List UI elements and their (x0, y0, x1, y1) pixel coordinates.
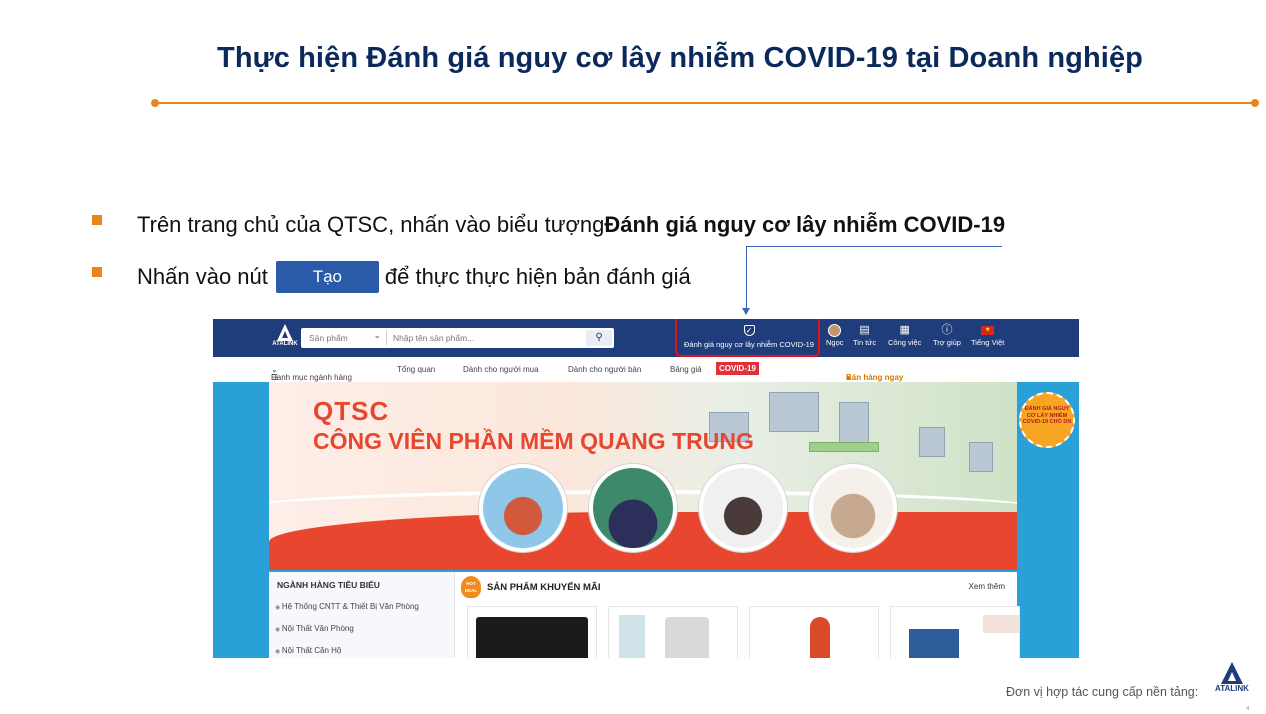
search-input[interactable]: Nhập tên sản phẩm... (387, 333, 586, 343)
search-category-select[interactable]: Sản phẩm (301, 328, 387, 345)
qtsc-logo: QTSC (313, 396, 390, 426)
divider-dot-left (151, 99, 159, 107)
news-label: Tin tức (853, 338, 877, 347)
site-search: Sản phẩm Nhập tên sản phẩm... ⚲ (301, 328, 614, 348)
language-select[interactable]: ★ Tiếng Việt (971, 323, 1004, 347)
site-logo[interactable]: ATALINK (268, 324, 302, 354)
promo-title: SẢN PHẨM KHUYẾN MÃI (487, 582, 601, 593)
nav-pricing[interactable]: Bảng giá (670, 365, 702, 374)
product-card[interactable] (467, 606, 597, 658)
bullet-1-bold: Đánh giá nguy cơ lây nhiễm COVID-19 (604, 212, 1006, 237)
highlight-box (675, 319, 820, 357)
site-navbar: ☰ Danh mục ngành hàng ⌄ Tổng quan Dành c… (213, 357, 1079, 382)
calendar-icon: ▦ (899, 324, 910, 336)
see-more-link[interactable]: Xem thêm (969, 582, 1005, 591)
atalink-logo-icon (277, 324, 293, 341)
bullet-1-text: Trên trang chủ của QTSC, nhấn vào biểu t… (137, 212, 605, 237)
category-item[interactable]: Nội Thất Căn Hộ (275, 646, 341, 655)
site-topbar: ATALINK Sản phẩm Nhập tên sản phẩm... ⚲ … (213, 319, 1079, 357)
divider-dot-right (1251, 99, 1259, 107)
footer-text: Đơn vị hợp tác cung cấp nền tảng: (1006, 685, 1199, 699)
product-card[interactable] (608, 606, 738, 658)
avatar (828, 324, 842, 337)
atalink-logo-icon (1221, 662, 1243, 684)
title-divider (155, 102, 1255, 104)
qtsc-banner[interactable]: QTSC CÔNG VIÊN PHẦN MỀM QUANG TRUNG (269, 382, 1017, 570)
nav-categories-label: Danh mục ngành hàng (271, 373, 352, 382)
product-card[interactable] (749, 606, 879, 658)
vietnam-flag-icon: ★ (981, 326, 995, 335)
bullet-square-icon (92, 267, 102, 277)
book-icon: ▤ (859, 324, 870, 336)
user-name: Ngọc (826, 338, 844, 347)
nav-overview[interactable]: Tổng quan (397, 365, 435, 374)
bullet-1: Trên trang chủ của QTSC, nhấn vào biểu t… (92, 212, 1005, 238)
slide-title: Thực hiện Đánh giá nguy cơ lây nhiễm COV… (217, 42, 1143, 74)
sell-now-label: Bán hàng ngay (846, 373, 904, 382)
callout-line (746, 246, 1002, 247)
site-logo-text: ATALINK (272, 341, 298, 347)
bullet-2: Nhấn vào nút Tạo để thực thực hiện bản đ… (92, 261, 691, 293)
featured-categories-title: NGÀNH HÀNG TIÊU BIỂU (277, 580, 380, 590)
user-menu[interactable]: Ngọc (826, 323, 844, 347)
nav-sellers[interactable]: Dành cho người bán (568, 365, 641, 374)
photo-office (809, 464, 897, 552)
nav-covid[interactable]: COVID-19 (716, 362, 759, 375)
help-icon: ⓘ (941, 324, 953, 336)
hot-deal-icon: HOT DEAL (461, 576, 481, 598)
category-item[interactable]: Hệ Thống CNTT & Thiết Bị Văn Phòng (275, 602, 419, 611)
create-button[interactable]: Tạo (275, 261, 379, 293)
help-label: Trợ giúp (933, 338, 961, 347)
news-link[interactable]: ▤ Tin tức (853, 323, 876, 347)
photo-conference (699, 464, 787, 552)
callout-arrow-icon (742, 308, 750, 315)
qtsc-name: CÔNG VIÊN PHẦN MỀM QUANG TRUNG (313, 428, 754, 454)
hero-area: QTSC CÔNG VIÊN PHẦN MỀM QUANG TRUNG ĐÁNH… (213, 382, 1079, 658)
nav-categories[interactable]: ☰ Danh mục ngành hàng ⌄ (271, 365, 352, 382)
bullet-2-after: để thực thực hiện bản đánh giá (384, 264, 691, 289)
category-item[interactable]: Nội Thất Văn Phòng (275, 624, 354, 633)
help-link[interactable]: ⓘ Trợ giúp (933, 323, 961, 347)
nav-buyers[interactable]: Dành cho người mua (463, 365, 539, 374)
jobs-label: Công việc (888, 338, 922, 347)
photo-group (589, 464, 677, 552)
language-label: Tiếng Việt (971, 338, 1005, 347)
callout-line-vertical (746, 246, 747, 311)
footer-logo-text: ATALINK (1215, 684, 1249, 693)
website-screenshot: ATALINK Sản phẩm Nhập tên sản phẩm... ⚲ … (213, 319, 1079, 658)
covid-badge[interactable]: ĐÁNH GIÁ NGUY CƠ LÂY NHIỄM COVID-19 CHO … (1019, 392, 1075, 448)
bullet-square-icon (92, 215, 102, 225)
product-card[interactable] (890, 606, 1020, 658)
footer-logo: ATALINK (1212, 662, 1252, 702)
bullet-2-before: Nhấn vào nút (137, 264, 268, 289)
jobs-link[interactable]: ▦ Công việc (888, 323, 921, 347)
photo-building (479, 464, 567, 552)
promo-header: HOT DEAL SẢN PHẨM KHUYẾN MÃI Xem thêm (459, 576, 1013, 600)
featured-categories: NGÀNH HÀNG TIÊU BIỂU Hệ Thống CNTT & Thi… (269, 572, 455, 658)
search-icon[interactable]: ⚲ (586, 330, 612, 346)
lower-section: NGÀNH HÀNG TIÊU BIỂU Hệ Thống CNTT & Thi… (269, 572, 1020, 658)
page-number: 4 (1246, 706, 1250, 712)
